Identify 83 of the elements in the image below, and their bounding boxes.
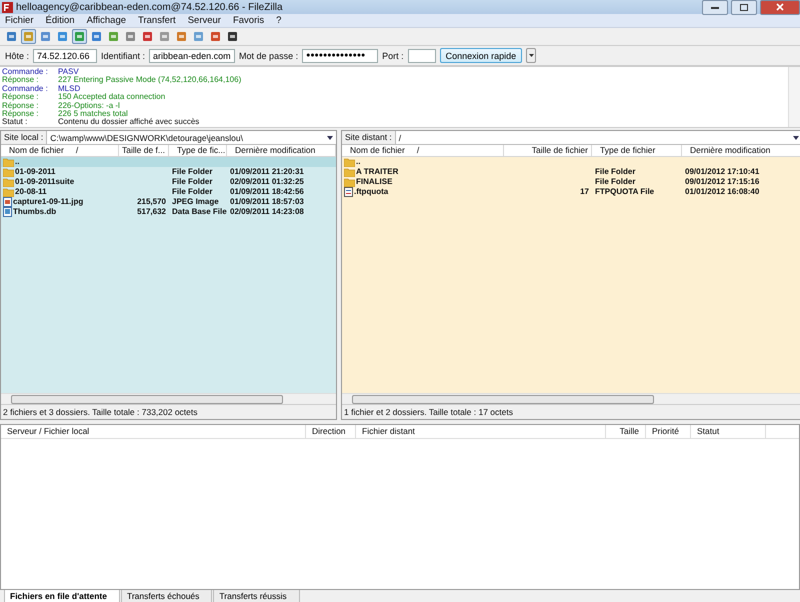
image-file-icon — [3, 197, 12, 207]
column-header[interactable]: Statut — [691, 425, 766, 438]
folder-icon — [344, 168, 355, 176]
minimize-button[interactable] — [702, 0, 728, 14]
column-header[interactable]: Fichier distant — [356, 425, 606, 438]
dropdown-arrow-icon[interactable] — [327, 136, 333, 140]
horizontal-scrollbar[interactable] — [1, 393, 336, 404]
log-label: Réponse : — [2, 102, 40, 110]
menu-item[interactable]: Fichier — [5, 15, 34, 26]
column-header[interactable]: Taille de f... — [119, 145, 169, 156]
log-message: Contenu du dossier affiché avec succès — [58, 118, 200, 127]
dropdown-arrow-icon[interactable] — [793, 136, 799, 140]
folder-icon — [344, 178, 355, 186]
maximize-button[interactable] — [731, 0, 757, 14]
file-row[interactable]: FINALISE File Folder 09/01/2012 17:15:16 — [342, 177, 800, 187]
password-label: Mot de passe : — [239, 50, 298, 60]
close-icon — [776, 3, 784, 11]
site-label: Site local : — [1, 131, 48, 144]
folder-icon — [3, 188, 14, 196]
site-label: Site distant : — [342, 131, 396, 144]
file-row[interactable]: .. — [1, 157, 336, 167]
log-message: 226 5 matches total — [58, 110, 128, 118]
column-header[interactable]: Dernière modification — [682, 145, 800, 156]
file-row[interactable]: Thumbs.db 517,632 Data Base File 02/09/2011 14:23:08 — [1, 207, 336, 217]
host-label: Hôte : — [5, 50, 30, 60]
folder-icon — [3, 178, 14, 186]
column-header[interactable]: Type de fic... — [169, 145, 227, 156]
status-text: 2 fichiers et 3 dossiers. Taille totale : 733,202 octets — [1, 404, 336, 419]
menu-item[interactable]: Serveur — [188, 15, 221, 26]
menu-item[interactable]: Affichage — [86, 15, 126, 26]
log-label: Commande : — [2, 84, 49, 93]
menu-item[interactable]: ? — [276, 15, 282, 26]
vertical-scrollbar[interactable] — [788, 67, 800, 127]
host-field[interactable]: 74.52.120.66 — [33, 48, 98, 62]
maximize-icon — [740, 4, 748, 10]
port-field[interactable] — [408, 48, 436, 62]
column-header[interactable]: Nom de fichier / — [1, 145, 119, 156]
tab[interactable]: Fichiers en file d'attente — [4, 590, 120, 602]
log-message: 226-Options: -a -l — [58, 102, 120, 110]
status-text: 1 fichier et 2 dossiers. Taille totale : 17 octets — [342, 404, 800, 419]
file-row[interactable]: capture1-09-11.jpg 215,570 JPEG Image 01/09/2011 18:57:03 — [1, 197, 336, 207]
file-row[interactable]: 20-08-11 File Folder 01/09/2011 18:42:56 — [1, 187, 336, 197]
toolbar-button[interactable] — [225, 29, 240, 44]
file-row[interactable]: 01-09-2011 File Folder 01/09/2011 21:20:31 — [1, 167, 336, 177]
tab[interactable]: Transferts échoués — [120, 590, 212, 602]
horizontal-scrollbar[interactable] — [342, 393, 800, 404]
column-header[interactable]: Type de fichier — [592, 145, 682, 156]
menu-item[interactable]: Transfert — [138, 15, 176, 26]
username-field[interactable]: aribbean-eden.com — [149, 48, 236, 62]
log-label: Réponse : — [2, 93, 40, 102]
database-file-icon — [3, 207, 12, 217]
minimize-icon — [711, 6, 719, 8]
log-label: Réponse : — [2, 110, 40, 118]
column-header[interactable]: Taille — [606, 425, 646, 438]
column-header[interactable]: Nom de fichier / — [342, 145, 504, 156]
log-message: 150 Accepted data connection — [58, 93, 166, 102]
dropdown-button[interactable] — [526, 48, 536, 63]
caret-icon — [528, 54, 534, 57]
menu-item[interactable]: Édition — [46, 15, 75, 26]
app-logo-icon — [2, 2, 13, 12]
log-label: Statut : — [2, 118, 28, 127]
menu-item[interactable]: Favoris — [232, 15, 264, 26]
file-row[interactable]: 01-09-2011suite File Folder 02/09/2011 01:32:25 — [1, 177, 336, 187]
column-header[interactable]: Taille de fichier — [504, 145, 592, 156]
port-label: Port : — [382, 50, 404, 60]
close-button[interactable] — [760, 0, 800, 14]
log-label: Réponse : — [2, 76, 40, 85]
file-row[interactable]: A TRAITER File Folder 09/01/2012 17:10:41 — [342, 167, 800, 177]
tab[interactable]: Transferts réussis — [213, 590, 300, 602]
file-row[interactable]: .. — [342, 157, 800, 167]
column-header[interactable]: Direction — [306, 425, 356, 438]
user-label: Identifiant : — [101, 50, 146, 60]
log-message: MLSD — [58, 84, 80, 93]
column-header[interactable]: Serveur / Fichier local — [1, 425, 306, 438]
column-header[interactable]: Priorité — [646, 425, 691, 438]
file-row[interactable]: .ftpquota 17 FTPQUOTA File 01/01/2012 16:08:40 — [342, 187, 800, 197]
log-message: PASV — [58, 68, 79, 76]
title-bar: helloagency@caribbean-eden.com@74.52.120.66 - FileZilla — [0, 0, 800, 14]
log-label: Commande : — [2, 68, 49, 76]
log-message: 227 Entering Passive Mode (74,52,120,66,164,106) — [58, 76, 242, 85]
file-icon — [344, 187, 353, 197]
column-header[interactable]: Dernière modification — [227, 145, 336, 156]
quick-connect-button[interactable]: Connexion rapide — [440, 48, 522, 63]
